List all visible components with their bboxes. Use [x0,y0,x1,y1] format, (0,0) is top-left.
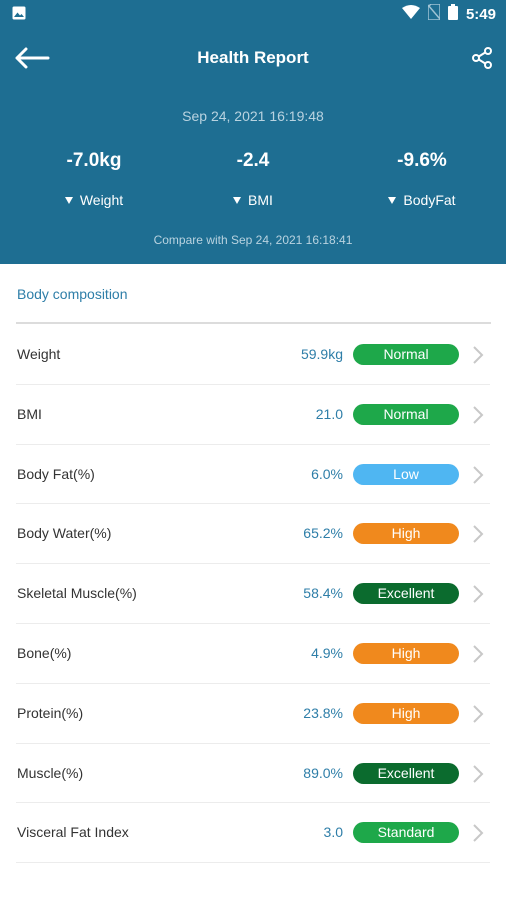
no-sim-icon [427,3,441,25]
status-badge: Normal [353,344,459,365]
chevron-right-icon [473,346,484,364]
composition-row-0[interactable]: Weight 59.9kg Normal [0,325,506,385]
metric-label: BMI [248,192,273,208]
photo-notification-icon [12,6,26,25]
status-badge: High [353,523,459,545]
row-value: 3.0 [323,824,343,841]
metric-bodyfat[interactable]: -9.6% BodyFat [338,150,506,208]
composition-row-8[interactable]: Visceral Fat Index 3.0 Standard [0,803,506,864]
report-date: Sep 24, 2021 16:19:48 [182,108,324,124]
status-bar: 5:49 [0,0,506,28]
chevron-right-icon [473,764,484,783]
row-label: Bone(%) [17,644,72,661]
row-label: Muscle(%) [17,764,84,781]
section-divider [16,322,491,324]
metric-label-row: BMI [169,192,337,208]
chevron-right-icon [473,585,484,603]
row-value: 6.0% [311,465,343,482]
metric-bmi[interactable]: -2.4 BMI [169,150,337,208]
chevron-right-icon [473,705,484,723]
row-label: Body Water(%) [17,525,112,542]
row-label: Visceral Fat Index [17,824,129,841]
row-value: 58.4% [303,585,343,602]
share-button[interactable] [468,44,496,72]
composition-list: Weight 59.9kg Normal BMI 21.0 Normal Bod… [0,325,506,864]
row-label: Body Fat(%) [17,465,95,482]
metric-value: -7.0kg [66,150,122,171]
metric-label-row: Weight [10,192,178,208]
composition-row-1[interactable]: BMI 21.0 Normal [0,385,506,445]
row-label: Protein(%) [17,704,84,721]
status-icons: 5:49 [401,3,496,25]
chevron-right-icon [473,645,484,663]
triangle-down-icon [388,196,397,204]
row-value: 65.2% [303,525,343,542]
composition-row-5[interactable]: Bone(%) 4.9% High [0,624,506,684]
row-divider [16,862,490,864]
row-value: 4.9% [311,644,343,661]
compare-text: Compare with Sep 24, 2021 16:18:41 [153,233,353,247]
metric-label: BodyFat [403,192,456,208]
composition-row-3[interactable]: Body Water(%) 65.2% High [0,504,506,565]
chevron-right-icon [473,465,484,484]
metric-value: -2.4 [236,150,270,171]
status-badge: Standard [353,822,459,844]
metric-weight[interactable]: -7.0kg Weight [10,150,178,208]
metric-label-row: BodyFat [338,192,506,208]
chevron-right-icon [473,824,484,843]
composition-row-2[interactable]: Body Fat(%) 6.0% Low [0,445,506,505]
row-value: 21.0 [315,405,343,422]
composition-row-7[interactable]: Muscle(%) 89.0% Excellent [0,744,506,804]
row-value: 89.0% [303,764,343,781]
status-badge: Excellent [353,583,459,605]
status-badge: Low [353,463,459,485]
status-time: 5:49 [465,6,496,23]
row-label: Skeletal Muscle(%) [17,585,137,602]
metric-value: -9.6% [397,150,447,171]
section-title: Body composition [17,286,128,302]
chevron-right-icon [473,406,484,424]
status-badge: Excellent [353,762,459,784]
composition-row-4[interactable]: Skeletal Muscle(%) 58.4% Excellent [0,564,506,624]
battery-icon [447,4,458,25]
status-badge: High [353,702,459,724]
triangle-down-icon [233,196,242,204]
app-bar: Health Report [0,36,506,80]
triangle-down-icon [64,196,73,204]
status-badge: High [353,642,459,664]
page-title: Health Report [197,48,309,67]
row-value: 23.8% [303,704,343,721]
row-value: 59.9kg [300,346,343,362]
report-header: 5:49 Health Report Sep 24, 2021 16:19:48… [0,0,506,264]
metric-label: Weight [79,192,124,208]
wifi-icon [401,5,420,24]
row-label: BMI [17,405,42,422]
row-label: Weight [17,346,61,362]
share-icon [472,47,492,69]
status-badge: Normal [353,403,459,425]
chevron-right-icon [473,525,484,544]
composition-row-6[interactable]: Protein(%) 23.8% High [0,684,506,744]
